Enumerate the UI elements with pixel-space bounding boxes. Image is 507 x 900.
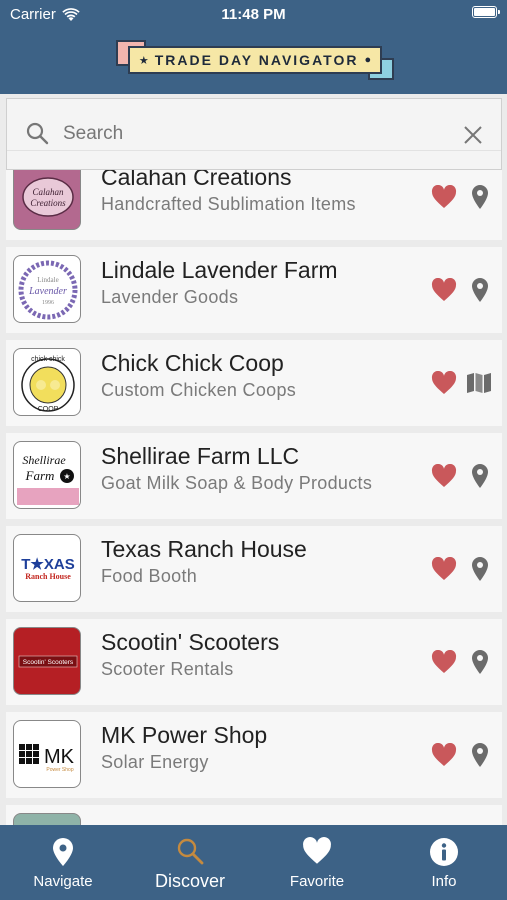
- tab-label: Favorite: [289, 873, 345, 890]
- logo-line-2: Farm: [25, 468, 55, 483]
- listing-list: Calahan Creations Calahan Creations Hand…: [6, 170, 502, 825]
- heart-icon[interactable]: [431, 371, 457, 395]
- listing-title: MK Power Shop: [101, 722, 268, 748]
- logo-line-1: chick chick: [31, 356, 65, 363]
- list-item[interactable]: Scootin' Scooters Scootin' Scooters Scoo…: [6, 619, 502, 705]
- search-icon: [177, 838, 204, 865]
- heart-icon[interactable]: [431, 185, 457, 209]
- search-icon: [26, 122, 49, 145]
- heart-icon[interactable]: [431, 650, 457, 674]
- logo-line-1: T★XAS: [21, 556, 74, 573]
- map-pin-icon: [53, 838, 73, 866]
- logo-line-3: 1996: [42, 300, 54, 306]
- vendor-logo: [13, 813, 81, 825]
- tab-info[interactable]: Info: [381, 825, 507, 900]
- status-bar: Carrier 11:48 PM: [0, 0, 507, 28]
- logo-line-2: Creations: [30, 198, 66, 208]
- tab-label: Navigate: [33, 873, 93, 890]
- map-pin-icon[interactable]: [469, 277, 491, 303]
- vendor-logo: MK Power Shop: [13, 720, 81, 788]
- tab-favorite[interactable]: Favorite: [254, 825, 380, 900]
- tab-bar: Navigate Discover Favorite Info: [0, 825, 507, 900]
- clock: 11:48 PM: [221, 6, 286, 23]
- battery-icon: [472, 6, 500, 18]
- list-item[interactable]: Shellirae Farm ★ Shellirae Farm LLC Goat…: [6, 433, 502, 519]
- app-header: Carrier 11:48 PM ★ TRADE DAY NAVIGATOR ●: [0, 0, 507, 94]
- tab-label: Info: [431, 873, 457, 890]
- list-item[interactable]: [6, 805, 502, 825]
- tab-label: Discover: [154, 871, 225, 891]
- logo-line-2: Lavender: [28, 286, 67, 297]
- logo-line-1: MK: [44, 746, 75, 768]
- logo-line-2: Ranch House: [25, 572, 71, 581]
- close-icon[interactable]: [463, 125, 483, 145]
- listing-subtitle: Handcrafted Sublimation Items: [101, 194, 356, 214]
- heart-icon[interactable]: [431, 557, 457, 581]
- listing-title: Calahan Creations: [101, 170, 292, 190]
- app-logo: ★ TRADE DAY NAVIGATOR ●: [116, 40, 394, 80]
- logo-line-2: COOP: [38, 406, 59, 413]
- listing-title: Lindale Lavender Farm: [101, 257, 338, 283]
- listing-subtitle: Custom Chicken Coops: [101, 380, 297, 400]
- heart-icon[interactable]: [431, 278, 457, 302]
- star-icon: ★: [138, 54, 149, 67]
- heart-icon: [303, 837, 331, 864]
- search-bar: [6, 98, 502, 170]
- vendor-logo: Calahan Creations: [13, 170, 81, 230]
- listing-subtitle: Lavender Goods: [101, 287, 239, 307]
- vendor-logo: T★XAS Ranch House: [13, 534, 81, 602]
- vendor-logo: chick chick COOP: [13, 348, 81, 416]
- listing-subtitle: Scooter Rentals: [101, 659, 234, 679]
- vendor-logo: Scootin' Scooters: [13, 627, 81, 695]
- map-pin-icon[interactable]: [469, 556, 491, 582]
- search-input[interactable]: [63, 117, 443, 151]
- svg-text:★: ★: [63, 472, 70, 481]
- list-item[interactable]: T★XAS Ranch House Texas Ranch House Food…: [6, 526, 502, 612]
- listing-title: Scootin' Scooters: [101, 629, 280, 655]
- logo-line-1: Scootin' Scooters: [23, 659, 74, 666]
- listing-title: Chick Chick Coop: [101, 350, 284, 376]
- map-pin-icon[interactable]: [469, 742, 491, 768]
- logo-line-1: Lindale: [37, 276, 58, 284]
- logo-line-2: Power Shop: [46, 767, 73, 773]
- tab-discover[interactable]: Discover: [127, 825, 253, 900]
- map-icon[interactable]: [466, 372, 492, 394]
- list-item[interactable]: Calahan Creations Calahan Creations Hand…: [6, 170, 502, 240]
- listing-title: Texas Ranch House: [101, 536, 307, 562]
- map-pin-icon[interactable]: [469, 649, 491, 675]
- vendor-logo: Lindale Lavender 1996: [13, 255, 81, 323]
- list-item[interactable]: chick chick COOP Chick Chick Coop Custom…: [6, 340, 502, 426]
- map-pin-icon[interactable]: [469, 184, 491, 210]
- heart-icon[interactable]: [431, 464, 457, 488]
- vendor-logo: Shellirae Farm ★: [13, 441, 81, 509]
- pin-icon: ●: [364, 54, 372, 66]
- tab-navigate[interactable]: Navigate: [0, 825, 126, 900]
- logo-line-1: Calahan: [32, 187, 64, 197]
- listing-title: Shellirae Farm LLC: [101, 443, 300, 469]
- logo-line-1: Shellirae: [22, 453, 66, 467]
- listing-subtitle: Goat Milk Soap & Body Products: [101, 473, 373, 493]
- heart-icon[interactable]: [431, 743, 457, 767]
- listing-subtitle: Solar Energy: [101, 752, 209, 772]
- map-pin-icon[interactable]: [469, 463, 491, 489]
- logo-text: TRADE DAY NAVIGATOR: [154, 52, 359, 68]
- listing-subtitle: Food Booth: [101, 566, 198, 586]
- list-item[interactable]: Lindale Lavender 1996 Lindale Lavender F…: [6, 247, 502, 333]
- info-icon: [430, 838, 458, 866]
- list-item[interactable]: MK Power Shop MK Power Shop Solar Energy: [6, 712, 502, 798]
